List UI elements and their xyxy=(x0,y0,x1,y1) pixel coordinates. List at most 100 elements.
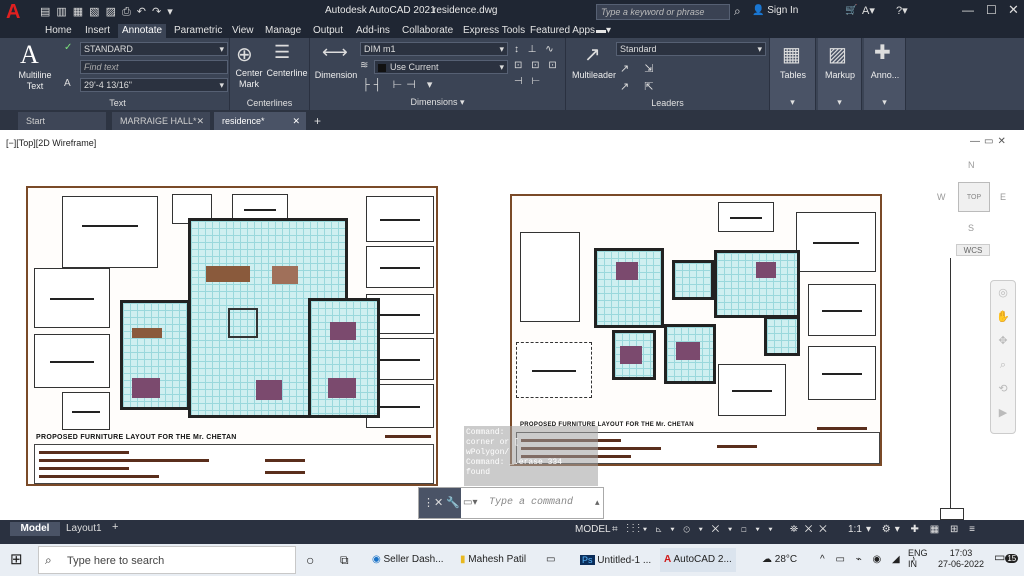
taskbar-search[interactable]: ⌕ Type here to search xyxy=(38,546,296,574)
taskbar-app-explorer[interactable]: ▮ Mahesh Patil xyxy=(460,548,526,572)
dimension-icon[interactable]: ⟷ xyxy=(322,42,348,63)
tab-close-icon[interactable]: ✕ xyxy=(196,112,204,130)
windows-start-icon[interactable]: ⊞ xyxy=(10,548,23,572)
dim-tools-row[interactable]: ├┤ ⊢⊣ ▾ xyxy=(362,78,436,91)
center-mark-button[interactable]: Center Mark xyxy=(232,68,266,90)
command-input[interactable]: Type a command xyxy=(489,497,573,508)
viewcube-top[interactable]: TOP xyxy=(958,182,990,212)
tab-home[interactable]: Home xyxy=(45,24,72,38)
center-mark-icon[interactable]: ⊕ xyxy=(236,42,253,67)
tab-express-tools[interactable]: Express Tools xyxy=(463,24,525,38)
viewport-controls[interactable]: [−][Top][2D Wireframe] xyxy=(6,138,96,148)
markup-expand-icon[interactable]: ▾ xyxy=(818,97,861,108)
command-recent-icon[interactable]: ▴ xyxy=(595,497,600,508)
sign-in-button[interactable]: 👤 Sign In xyxy=(752,5,798,16)
language-indicator[interactable]: ENG IN xyxy=(908,548,928,570)
tab-collaborate[interactable]: Collaborate xyxy=(402,24,453,38)
tables-panel[interactable]: ▦ Tables ▾ xyxy=(770,38,816,110)
model-space-button[interactable]: MODEL xyxy=(575,524,611,535)
tab-featured-apps[interactable]: Featured Apps xyxy=(530,24,595,38)
temperature: 28°C xyxy=(774,554,798,565)
text-style-select[interactable]: STANDARD ▾ xyxy=(80,42,228,56)
cortana-icon[interactable]: ○ xyxy=(306,548,314,572)
ribbon-options-icon[interactable]: ▬▾ xyxy=(596,24,611,38)
status-toggle-icons[interactable]: ⌗ ⁝⁝⁝▾ ⊾ ▾ ⊙ ▾ ✕ ▾ ◻ ▾ ▾ xyxy=(612,524,776,535)
tables-expand-icon[interactable]: ▾ xyxy=(770,97,815,108)
new-layout-icon[interactable]: + xyxy=(112,521,118,533)
dimensions-panel-label[interactable]: Dimensions ▾ xyxy=(310,97,565,108)
clock[interactable]: 17:03 27-06-2022 xyxy=(938,548,984,570)
search-input[interactable]: Type a keyword or phrase xyxy=(596,4,730,20)
tab-output[interactable]: Output xyxy=(313,24,343,38)
tab-insert[interactable]: Insert xyxy=(85,24,110,38)
tab-add-ins[interactable]: Add-ins xyxy=(356,24,390,38)
task-view-icon[interactable]: ⧉ xyxy=(340,548,349,572)
multiline-text-icon[interactable]: A xyxy=(20,40,39,70)
taskbar-app-photoshop[interactable]: Ps Untitled-1 ... xyxy=(580,548,651,572)
help-icon[interactable]: ?▾ xyxy=(896,4,908,17)
command-prompt-icon[interactable]: ▭▾ xyxy=(463,497,477,508)
compass-east[interactable]: E xyxy=(1000,192,1006,202)
tab-marraige-hall[interactable]: MARRAIGE HALL* ✕ xyxy=(112,112,210,130)
new-tab-icon[interactable]: + xyxy=(314,114,321,128)
annotation-expand-icon[interactable]: ▾ xyxy=(864,97,905,108)
multileader-button[interactable]: Multileader xyxy=(568,70,620,80)
tab-start[interactable]: Start xyxy=(18,112,106,130)
dim-edit-tools[interactable]: ↕ ⊥ ∿ ⊡ ⊡ ⊡ ⊣ ⊢ xyxy=(514,42,566,90)
minimize-icon[interactable]: — xyxy=(962,3,974,17)
compass-west[interactable]: W xyxy=(937,192,946,202)
dimension-button[interactable]: Dimension xyxy=(312,70,360,80)
tab-model[interactable]: Model xyxy=(10,522,60,536)
floor-plan-block[interactable] xyxy=(764,316,800,356)
markup-panel[interactable]: ▨ Markup ▾ xyxy=(818,38,862,110)
command-line[interactable]: ⋮✕ 🔧 ▭▾ Type a command ▴ xyxy=(418,487,604,519)
taskbar-app-autocad[interactable]: A AutoCAD 2... xyxy=(660,548,736,572)
multileader-icon[interactable]: ↗ xyxy=(584,42,601,67)
command-line-controls[interactable]: ⋮✕ 🔧 xyxy=(419,488,461,518)
tab-manage[interactable]: Manage xyxy=(265,24,301,38)
maximize-icon[interactable]: ☐ xyxy=(986,3,997,17)
tab-close-icon[interactable]: ✕ xyxy=(292,112,300,130)
dim-layer-value: Use Current xyxy=(390,62,439,72)
multiline-text-button[interactable]: Multiline Text xyxy=(12,70,58,92)
spell-check-icon[interactable]: ✓ xyxy=(64,42,72,53)
annotation-visibility-icons[interactable]: ⛯ ✕ ✕ xyxy=(790,524,829,535)
annotation-scale[interactable]: 1:1 xyxy=(848,524,862,535)
centerline-icon[interactable]: ☰ xyxy=(274,42,290,63)
taskbar-app-edge[interactable]: ◉ Seller Dash... xyxy=(372,548,444,572)
tab-annotate[interactable]: Annotate xyxy=(118,24,167,38)
viewport-window-controls[interactable]: —▭✕ xyxy=(970,136,1010,147)
leader-style-select[interactable]: Standard ▾ xyxy=(616,42,766,56)
navigation-bar[interactable]: ◎ ✋ ✥ ⌕ ⟲ ▶ xyxy=(990,280,1016,434)
cart-icon[interactable]: 🛒 xyxy=(845,5,857,16)
autocad-logo-icon[interactable]: A xyxy=(6,2,28,22)
text-panel-label[interactable]: Text xyxy=(6,98,229,108)
status-right-icons[interactable]: ▾ ⚙▾ ✚ ▦ ⊞ ≡ xyxy=(866,524,979,535)
system-tray-icons[interactable]: ^ ▭ ⌁ ◉ ◢ ♪ xyxy=(820,548,919,572)
centerline-button[interactable]: Centerline xyxy=(264,68,310,78)
quick-access-toolbar[interactable]: ▤▥▦▧▨⎙↶↷▾ xyxy=(40,5,179,19)
account-icon[interactable]: A▾ xyxy=(862,4,875,17)
compass-south[interactable]: S xyxy=(968,223,974,233)
floor-plan-block[interactable] xyxy=(594,248,664,328)
wcs-menu[interactable]: WCS xyxy=(956,244,990,256)
tab-view[interactable]: View xyxy=(232,24,254,38)
floor-plan-block[interactable] xyxy=(672,260,714,300)
search-icon[interactable]: ⌕ xyxy=(734,4,741,19)
compass-north[interactable]: N xyxy=(968,160,975,170)
floor-plan-block[interactable] xyxy=(714,250,800,318)
leader-tools[interactable]: ↗ ⇲ ↗ ⇱ xyxy=(620,60,660,96)
dim-layer-select[interactable]: Use Current ▾ xyxy=(374,60,508,74)
tab-layout1[interactable]: Layout1 xyxy=(66,522,102,536)
tab-residence[interactable]: residence* ✕ xyxy=(214,112,306,130)
notification-icon[interactable]: ▭ 15 xyxy=(994,550,1019,564)
floor-plan-right-rooms[interactable] xyxy=(308,298,380,418)
close-icon[interactable]: ✕ xyxy=(1008,2,1019,18)
dim-style-select[interactable]: DIM m1 ▾ xyxy=(360,42,508,56)
tab-parametric[interactable]: Parametric xyxy=(174,24,222,38)
teams-icon[interactable]: ▭ xyxy=(546,548,555,572)
annotation-panel[interactable]: ✚ Anno... ▾ xyxy=(864,38,906,110)
find-text-input[interactable]: Find text xyxy=(80,60,228,74)
weather-widget[interactable]: ☁ 28°C xyxy=(762,548,797,572)
text-height-select[interactable]: 29'-4 13/16" ▾ xyxy=(80,78,228,92)
